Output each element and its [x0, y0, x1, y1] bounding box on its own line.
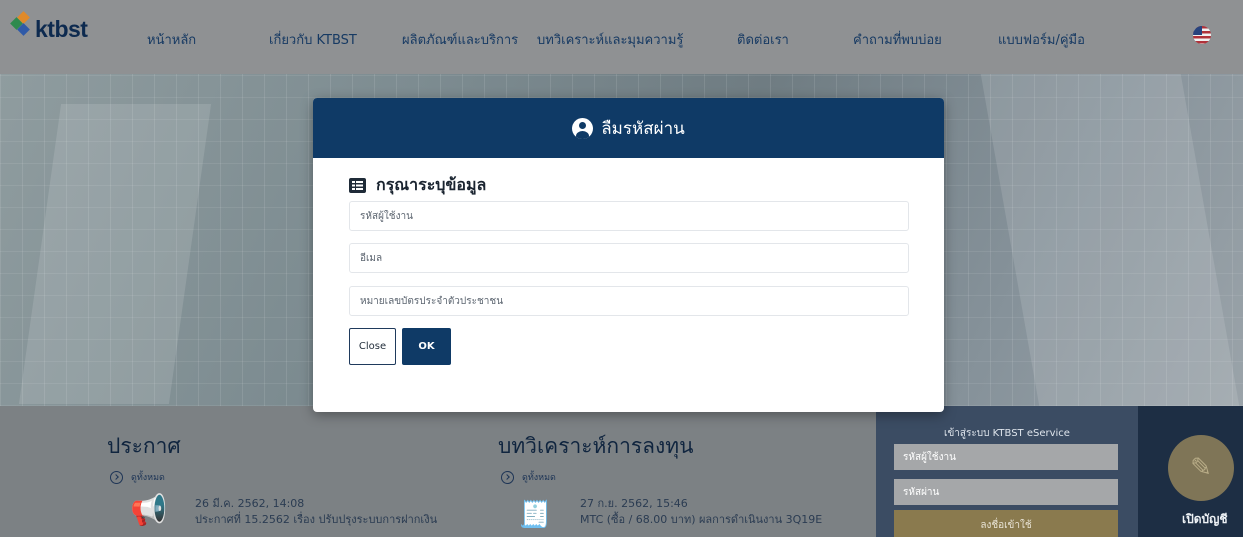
- research-text[interactable]: MTC (ซื้อ / 68.00 บาท) ผลการดำเนินงาน 3Q…: [580, 510, 875, 528]
- username-field[interactable]: [349, 201, 909, 231]
- announcements-see-all[interactable]: ดูทั้งหมด: [110, 470, 165, 484]
- chevron-right-circle-icon: [501, 470, 514, 484]
- logo-mark-icon: [10, 11, 34, 37]
- ktbst-logo[interactable]: ktbst: [10, 11, 88, 43]
- form-heading-label: กรุณาระบุข้อมูล: [376, 175, 487, 194]
- open-account-label[interactable]: เปิดบัญชี: [1182, 510, 1228, 529]
- eservice-login-title: เข้าสู่ระบบ KTBST eService: [944, 428, 1070, 439]
- open-account-panel[interactable]: ✎ เปิดบัญชี: [1138, 406, 1243, 537]
- ok-button[interactable]: OK: [402, 328, 451, 365]
- nav-item-products[interactable]: ผลิตภัณฑ์และบริการ: [402, 29, 518, 50]
- nav-item-forms[interactable]: แบบฟอร์ม/คู่มือ: [998, 29, 1085, 50]
- email-field[interactable]: [349, 243, 909, 273]
- nav-item-research[interactable]: บทวิเคราะห์และมุมความรู้: [537, 29, 683, 50]
- eservice-username-input[interactable]: รหัสผู้ใช้งาน: [894, 444, 1118, 470]
- id-card-field[interactable]: [349, 286, 909, 316]
- document-dollar-icon: 🧾: [518, 500, 552, 530]
- research-title: บทวิเคราะห์การลงทุน: [498, 434, 694, 458]
- nav-item-contact[interactable]: ติดต่อเรา: [737, 29, 789, 50]
- pen-sign-icon[interactable]: ✎: [1168, 435, 1234, 501]
- nav-item-home[interactable]: หน้าหลัก: [147, 29, 196, 50]
- announcements-title: ประกาศ: [107, 434, 181, 458]
- eservice-login-button[interactable]: ลงชื่อเข้าใช้: [894, 510, 1118, 537]
- forgot-password-modal: ลืมรหัสผ่าน กรุณาระบุข้อมูล Close OK: [313, 98, 944, 412]
- see-all-label: ดูทั้งหมด: [131, 473, 165, 483]
- megaphone-icon: 📢: [130, 493, 168, 528]
- nav-item-faq[interactable]: คำถามที่พบบ่อย: [853, 29, 942, 50]
- chevron-right-circle-icon: [110, 470, 123, 484]
- eservice-login-panel: เข้าสู่ระบบ KTBST eService รหัสผู้ใช้งาน…: [876, 406, 1138, 537]
- see-all-label: ดูทั้งหมด: [522, 473, 556, 483]
- close-button[interactable]: Close: [349, 328, 396, 365]
- logo-text: ktbst: [35, 16, 88, 42]
- nav-item-about[interactable]: เกี่ยวกับ KTBST: [269, 29, 357, 50]
- top-navigation-bar: ktbst หน้าหลัก เกี่ยวกับ KTBST ผลิตภัณฑ์…: [0, 0, 1243, 74]
- announcement-text[interactable]: ประกาศที่ 15.2562 เรื่อง ปรับปรุงระบบการ…: [195, 510, 480, 528]
- form-heading: กรุณาระบุข้อมูล: [349, 173, 486, 198]
- list-icon: [349, 178, 366, 193]
- modal-header: ลืมรหัสผ่าน: [313, 98, 944, 158]
- modal-title: ลืมรหัสผ่าน: [601, 118, 685, 139]
- research-see-all[interactable]: ดูทั้งหมด: [501, 470, 556, 484]
- user-circle-icon: [572, 117, 594, 139]
- eservice-password-input[interactable]: รหัสผ่าน: [894, 479, 1118, 505]
- us-flag-icon[interactable]: [1193, 26, 1211, 44]
